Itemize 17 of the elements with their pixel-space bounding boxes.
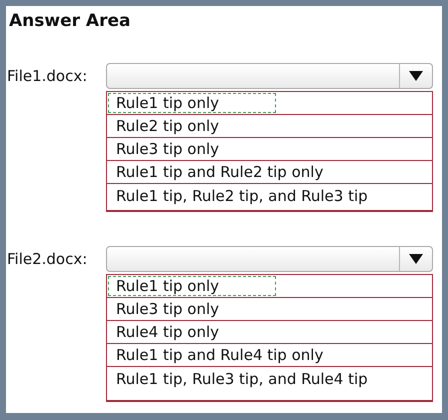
field-label: File2.docx: [7, 249, 88, 270]
caret-icon [409, 71, 423, 81]
dropdown-option[interactable]: Rule1 tip, Rule3 tip, and Rule4 tip [107, 367, 432, 390]
dropdown-option[interactable]: Rule2 tip only [107, 115, 432, 138]
dropdown-option[interactable]: Rule1 tip only [107, 92, 432, 115]
dropdown-option[interactable]: Rule3 tip only [107, 138, 432, 161]
caret-icon [409, 254, 423, 264]
dropdown-option[interactable]: Rule3 tip only [107, 298, 432, 321]
dropdown-option[interactable]: Rule1 tip only [107, 275, 432, 298]
dropdown-field[interactable] [106, 63, 433, 89]
dropdown-option[interactable]: Rule1 tip and Rule4 tip only [107, 344, 432, 367]
dropdown-option[interactable]: Rule1 tip, Rule2 tip, and Rule3 tip [107, 184, 432, 207]
dropdown-option[interactable]: Rule1 tip and Rule2 tip only [107, 161, 432, 184]
answer-area-title: Answer Area [9, 11, 132, 31]
field-label: File1.docx: [7, 66, 88, 87]
dropdown-option[interactable]: Rule4 tip only [107, 321, 432, 344]
dropdown-field[interactable] [106, 246, 433, 272]
